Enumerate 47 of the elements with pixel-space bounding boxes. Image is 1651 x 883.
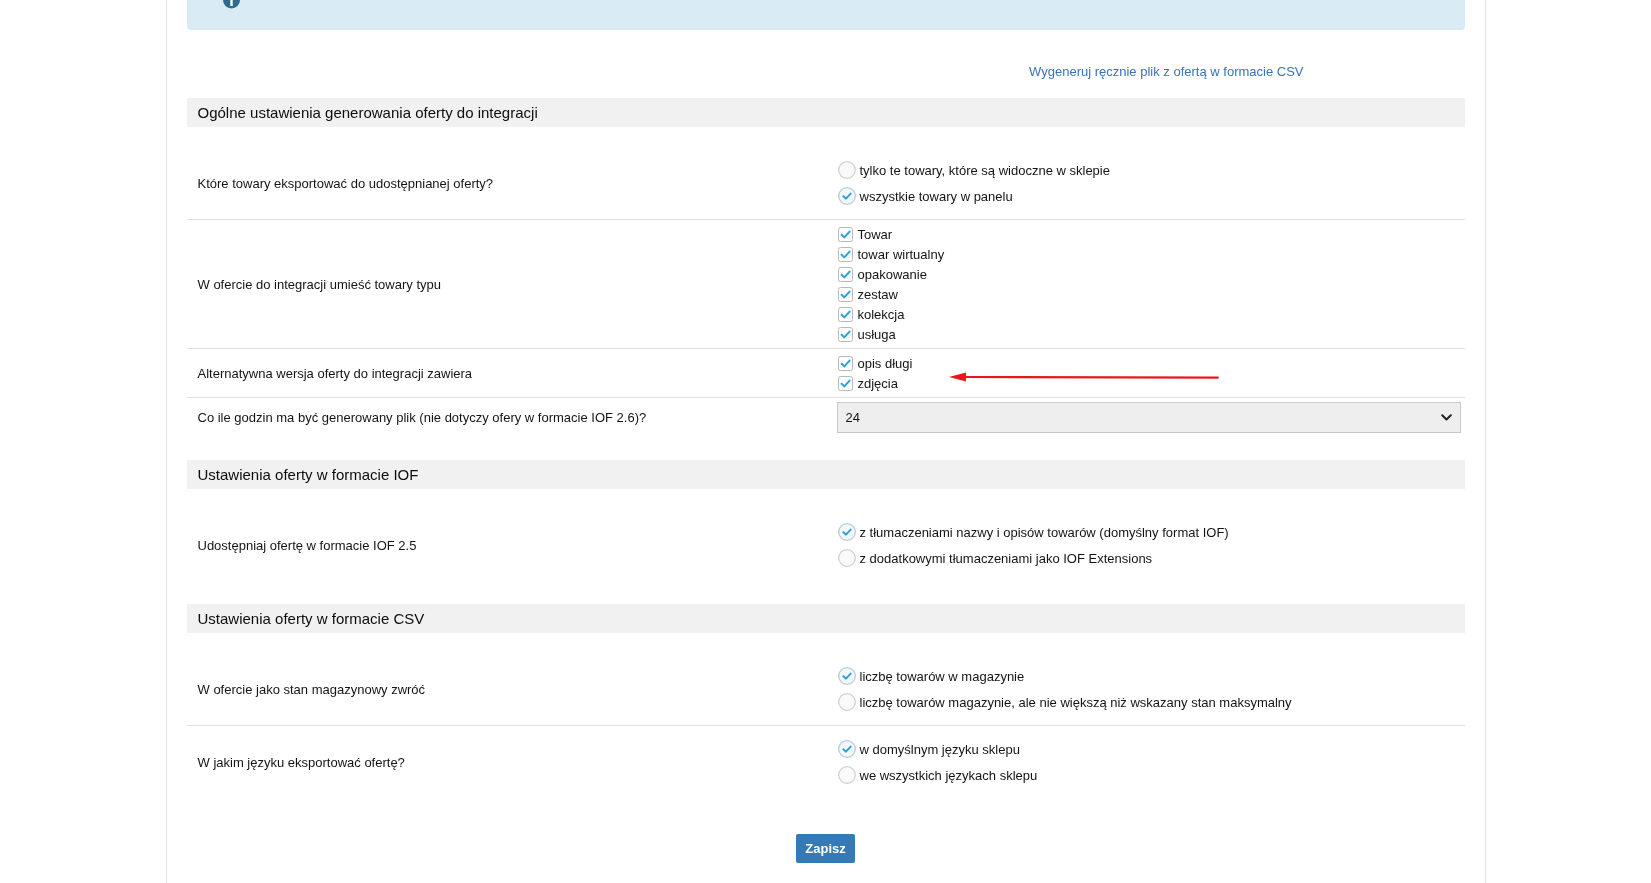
- option-label: kolekcja: [857, 306, 905, 322]
- chevron-down-icon: [1440, 414, 1452, 421]
- option-label: we wszystkich językach sklepu: [859, 767, 1038, 783]
- checkbox[interactable]: [837, 355, 853, 371]
- setting-label: W ofercie jako stan magazynowy zwróć: [197, 681, 426, 697]
- setting-label: Co ile godzin ma być generowany plik (nie dotyczy ofery w formacie IOF 2.6)?: [197, 410, 647, 425]
- option-label: wszystkie towary w panelu: [859, 188, 1013, 204]
- option-label: Towar: [857, 226, 893, 242]
- radio-button[interactable]: [837, 667, 856, 685]
- checkbox[interactable]: [837, 375, 853, 391]
- radio-button[interactable]: [837, 693, 856, 711]
- option-label: w domyślnym języku sklepu: [859, 741, 1020, 757]
- radio-button[interactable]: [837, 523, 856, 541]
- setting-label: W jakim języku eksportować ofertę?: [197, 754, 405, 770]
- option-label: towar wirtualny: [857, 246, 945, 262]
- option-label: opakowanie: [857, 266, 927, 282]
- hours-dropdown[interactable]: 24: [836, 402, 1461, 433]
- radio-button[interactable]: [837, 161, 856, 179]
- setting-label: W ofercie do integracji umieść towary typu: [197, 276, 441, 292]
- radio-button[interactable]: [837, 766, 856, 784]
- info-icon: [222, 0, 240, 9]
- checkbox[interactable]: [837, 226, 853, 242]
- option-label: z tłumaczeniami nazwy i opisów towarów (domyślny format IOF): [859, 524, 1229, 540]
- option-label: zestaw: [857, 286, 898, 302]
- section-header: Ogólne ustawienia generowania oferty do integracji: [186, 98, 1465, 127]
- section-header: Ustawienia oferty w formacie CSV: [186, 604, 1465, 633]
- option-label: tylko te towary, które są widoczne w sklepie: [859, 162, 1110, 178]
- checkbox[interactable]: [837, 326, 853, 342]
- radio-button[interactable]: [837, 740, 856, 758]
- option-label: usługa: [857, 326, 896, 342]
- setting-label: Które towary eksportować do udostępnianej oferty?: [197, 175, 494, 191]
- setting-label: Udostępniaj ofertę w formacie IOF 2.5: [197, 537, 417, 553]
- checkbox[interactable]: [837, 246, 853, 262]
- checkbox[interactable]: [837, 266, 853, 282]
- option-label: liczbę towarów w magazynie: [859, 668, 1025, 684]
- option-label: liczbę towarów magazynie, ale nie większą niż wskazany stan maksymalny: [859, 694, 1292, 710]
- option-label: zdjęcia: [857, 375, 898, 391]
- option-label: z dodatkowymi tłumaczeniami jako IOF Extensions: [859, 550, 1153, 566]
- radio-button[interactable]: [837, 187, 856, 205]
- save-button[interactable]: Zapisz: [796, 834, 855, 863]
- section-header: Ustawienia oferty w formacie IOF: [186, 460, 1465, 489]
- checkbox[interactable]: [837, 286, 853, 302]
- setting-label: Alternatywna wersja oferty do integracji zawiera: [197, 365, 473, 381]
- checkbox[interactable]: [837, 306, 853, 322]
- generate-csv-link[interactable]: Wygeneruj ręcznie plik z ofertą w formacie CSV: [1029, 64, 1304, 80]
- radio-button[interactable]: [837, 549, 856, 567]
- option-label: opis długi: [857, 355, 913, 371]
